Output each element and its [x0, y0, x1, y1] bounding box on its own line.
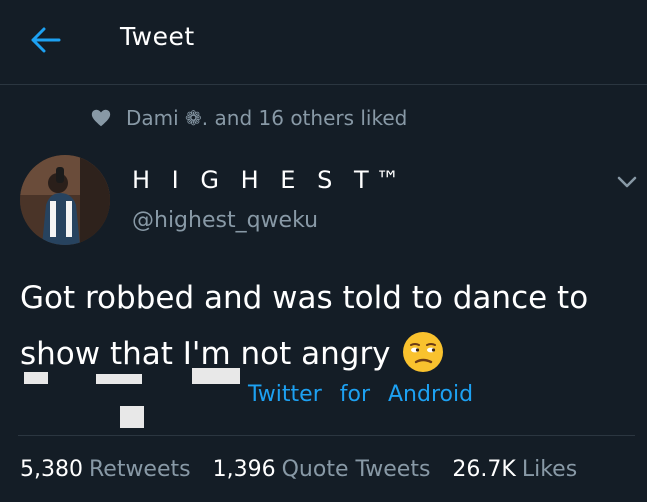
divider	[18, 435, 635, 436]
unamused-face-icon	[401, 330, 445, 374]
tweet-body: Got robbed and was told to dance to show…	[20, 270, 630, 382]
avatar[interactable]	[20, 155, 110, 245]
author-handle[interactable]: @highest_qweku	[132, 208, 318, 233]
more-options-button[interactable]	[612, 170, 642, 194]
redacted-block	[120, 406, 144, 428]
engagement-stats: 5,380 Retweets 1,396 Quote Tweets 26.7K Lik…	[20, 457, 599, 482]
liked-by-text: Dami ❁. and 16 others liked	[126, 106, 408, 130]
top-bar: Tweet	[0, 0, 647, 85]
likes-stat[interactable]: 26.7K Likes	[452, 457, 577, 482]
redacted-block	[192, 368, 240, 384]
redacted-block	[24, 372, 48, 384]
likes-label: Likes	[521, 457, 578, 482]
arrow-left-icon	[31, 27, 61, 53]
retweets-label: Retweets	[88, 457, 191, 482]
avatar-photo	[20, 155, 110, 245]
retweets-stat[interactable]: 5,380 Retweets	[20, 457, 191, 482]
heart-icon	[91, 109, 111, 127]
source-prefix: Twitter	[248, 382, 322, 407]
back-button[interactable]	[26, 20, 66, 60]
likes-count: 26.7K	[452, 457, 516, 482]
tweet-text: Got robbed and was told to dance to show…	[20, 280, 589, 372]
chevron-down-icon	[617, 176, 637, 188]
quote-tweets-label: Quote Tweets	[281, 457, 431, 482]
author-display-name[interactable]: H I G H E S T™	[132, 166, 407, 194]
quote-tweets-count: 1,396	[212, 457, 276, 482]
liked-by-context[interactable]: Dami ❁. and 16 others liked	[90, 106, 407, 130]
page-title: Tweet	[120, 22, 195, 51]
quote-tweets-stat[interactable]: 1,396 Quote Tweets	[213, 457, 431, 482]
source-platform: Android	[387, 382, 474, 407]
source-connector: for	[339, 382, 370, 407]
redacted-block	[96, 374, 142, 384]
tweet-source[interactable]: Twitter for Android	[248, 382, 473, 407]
retweets-count: 5,380	[20, 457, 83, 482]
